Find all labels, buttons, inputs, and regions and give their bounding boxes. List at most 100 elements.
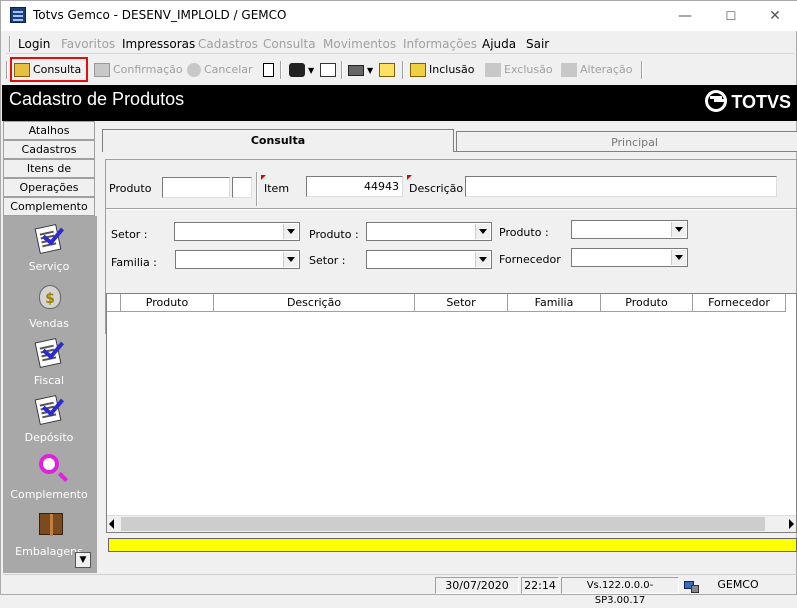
document-check-icon	[33, 222, 65, 256]
menu-sair[interactable]: Sair	[526, 37, 549, 51]
brand-name: TOTVS	[731, 92, 791, 112]
menu-consulta[interactable]: Consulta	[263, 37, 316, 51]
totvs-logo: TOTVS	[705, 90, 791, 114]
menu-movimentos[interactable]: Movimentos	[323, 37, 396, 51]
window-title: Totvs Gemco - DESENV_IMPLOLD / GEMCO	[33, 8, 287, 22]
alteracao-label: Alteração	[580, 63, 633, 76]
menu-bar: Login Favoritos Impressoras Cadastros Co…	[6, 34, 794, 54]
item-input[interactable]: 44943	[306, 176, 403, 197]
grid-col-familia[interactable]: Familia	[508, 294, 601, 312]
magnifier-icon	[33, 452, 65, 484]
close-button[interactable]: ✕	[752, 1, 797, 31]
network-icon	[683, 578, 701, 594]
main-area: Consulta Principal Produto Item 44943 De…	[100, 129, 797, 573]
scroll-right-icon[interactable]	[789, 519, 794, 529]
grid-col-produto-2[interactable]: Produto	[601, 294, 693, 312]
menu-impressoras[interactable]: Impressoras	[122, 37, 195, 51]
menu-favoritos[interactable]: Favoritos	[61, 37, 115, 51]
minimize-button[interactable]: —	[662, 1, 708, 31]
maximize-button[interactable]: ☐	[708, 1, 754, 31]
setor-select-2[interactable]	[366, 250, 492, 269]
scroll-left-icon[interactable]	[109, 519, 114, 529]
exclusao-button[interactable]: Exclusão	[485, 60, 553, 80]
sidebar-item-complemento[interactable]: Complemento	[3, 452, 95, 501]
menu-informacoes[interactable]: Informações	[403, 37, 477, 51]
toolbar-separator	[341, 61, 343, 79]
grid-horizontal-scrollbar[interactable]	[107, 515, 796, 532]
tab-principal[interactable]: Principal	[456, 131, 797, 151]
fornecedor-select[interactable]	[571, 248, 688, 267]
sidebar-cadastros[interactable]: Cadastros	[3, 140, 95, 159]
familia-select[interactable]	[175, 250, 300, 269]
sidebar-item-embalagens[interactable]: Embalagens	[3, 509, 95, 558]
menu-grip	[9, 36, 11, 52]
cancel-icon	[187, 63, 201, 77]
status-message-bar	[108, 538, 797, 552]
exclusao-label: Exclusão	[504, 63, 553, 76]
add-record-icon	[410, 63, 426, 77]
document-check-icon	[33, 336, 65, 370]
toolbar-separator	[402, 61, 404, 79]
sidebar-atalhos[interactable]: Atalhos	[3, 121, 95, 140]
sidebar-item-fiscal[interactable]: Fiscal	[3, 336, 95, 387]
chevron-down-icon	[671, 222, 686, 237]
chevron-down-icon	[671, 250, 686, 265]
sidebar-item-vendas[interactable]: $ Vendas	[3, 281, 95, 330]
binoculars-icon	[289, 63, 305, 77]
grid-col-descricao[interactable]: Descrição	[214, 294, 415, 312]
scroll-thumb[interactable]	[121, 517, 765, 531]
sidebar-operacoes[interactable]: Operações	[3, 178, 95, 197]
produto-filter-label: Produto :	[309, 228, 359, 241]
cancelar-button[interactable]: Cancelar	[187, 60, 253, 80]
setor-filter-label-2: Setor :	[309, 254, 346, 267]
produto-digit-input[interactable]	[232, 177, 252, 198]
sidebar-scroll-down-button[interactable]: ▼	[75, 552, 91, 568]
produto-select-2[interactable]	[571, 220, 688, 239]
produto-label: Produto	[109, 182, 152, 195]
setor-select[interactable]	[174, 222, 300, 241]
package-icon	[33, 509, 65, 541]
menu-ajuda[interactable]: Ajuda	[482, 37, 516, 51]
delete-record-icon	[485, 63, 501, 77]
sidebar-itens-de-produto[interactable]: Itens de Produto	[3, 159, 95, 192]
status-date: 30/07/2020	[435, 577, 519, 594]
page-header: Cadastro de Produtos TOTVS	[2, 85, 797, 121]
help-button[interactable]	[379, 60, 398, 80]
new-document-icon	[263, 63, 274, 77]
printer-icon	[348, 64, 364, 76]
grid-col-fornecedor[interactable]: Fornecedor	[693, 294, 786, 312]
produto-select[interactable]	[366, 222, 492, 241]
sidebar-panel: Serviço $ Vendas Fiscal Depósito Complem…	[3, 216, 97, 573]
sidebar-item-servico[interactable]: Serviço	[3, 222, 95, 273]
chevron-down-icon	[283, 252, 298, 267]
descricao-input[interactable]	[465, 176, 777, 197]
toolbar-separator	[280, 61, 282, 79]
menu-login[interactable]: Login	[18, 37, 50, 51]
produto-input[interactable]	[162, 177, 230, 198]
form-separator	[106, 208, 796, 210]
chevron-down-icon	[475, 252, 490, 267]
sidebar-item-deposito[interactable]: Depósito	[3, 393, 95, 444]
status-time: 22:14	[521, 577, 559, 594]
grid-col-produto[interactable]: Produto	[121, 294, 214, 312]
descricao-label: Descrição	[409, 182, 464, 195]
confirmacao-button[interactable]: Confirmação	[94, 60, 183, 80]
new-document-button[interactable]	[263, 60, 277, 80]
tab-consulta[interactable]: Consulta	[102, 129, 454, 152]
print-button[interactable]: ▼	[348, 60, 373, 80]
confirmacao-label: Confirmação	[113, 63, 183, 76]
sidebar-item-label: Embalagens	[15, 545, 83, 558]
sidebar-complemento[interactable]: Complemento	[3, 197, 95, 216]
chevron-down-icon	[283, 224, 298, 239]
consulta-highlight	[10, 57, 88, 82]
find-button[interactable]: ▼	[289, 60, 314, 80]
results-grid[interactable]: Produto Descrição Setor Familia Produto …	[106, 293, 797, 533]
page-title: Cadastro de Produtos	[9, 89, 185, 109]
inclusao-button[interactable]: Inclusão	[410, 60, 475, 80]
menu-cadastros[interactable]: Cadastros	[198, 37, 258, 51]
grid-col-setor[interactable]: Setor	[415, 294, 508, 312]
export-button[interactable]	[320, 60, 339, 80]
required-marker	[407, 175, 412, 180]
alteracao-button[interactable]: Alteração	[561, 60, 632, 80]
cancelar-label: Cancelar	[204, 63, 253, 76]
